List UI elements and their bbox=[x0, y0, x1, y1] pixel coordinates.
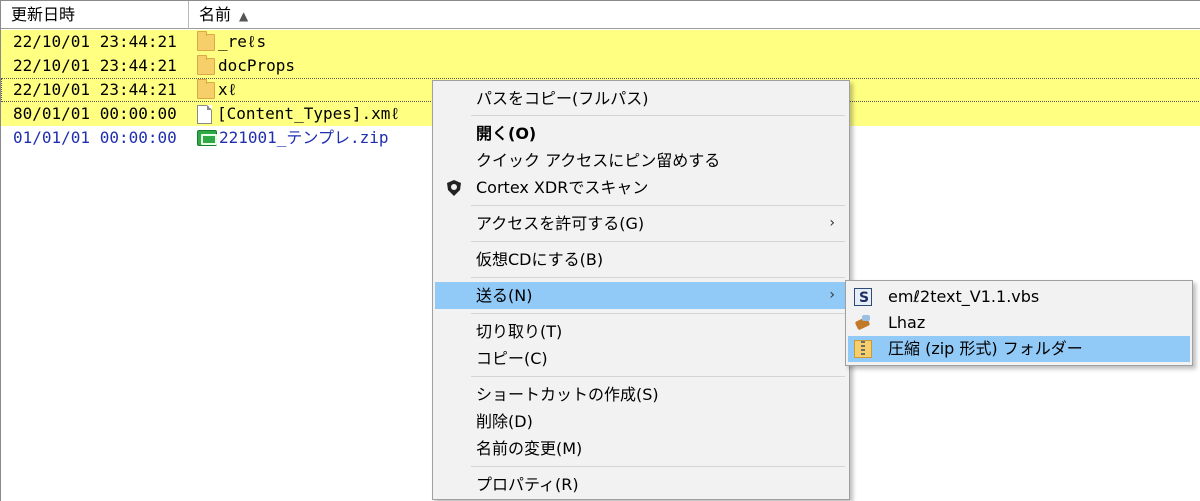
file-date: 22/10/01 23:44:21 bbox=[13, 32, 177, 51]
send-to-lhaz[interactable]: Lhaz bbox=[848, 310, 1190, 336]
file-name-cell: 221001_テンプレ.zip bbox=[197, 126, 388, 150]
file-name-cell: xℓ bbox=[197, 78, 237, 102]
file-date: 22/10/01 23:44:21 bbox=[13, 56, 177, 75]
menu-separator bbox=[471, 241, 845, 242]
menu-item-label: クイック アクセスにピン留めする bbox=[476, 151, 721, 170]
menu-separator bbox=[471, 313, 845, 314]
menu-item-label: 切り取り(T) bbox=[476, 322, 563, 341]
folder-icon bbox=[197, 54, 215, 75]
menu-item-open[interactable]: 開く(O) bbox=[435, 120, 847, 147]
file-name: [Content_Types].xmℓ bbox=[217, 104, 400, 123]
menu-item-delete[interactable]: 削除(D) bbox=[435, 408, 847, 435]
menu-separator bbox=[471, 277, 845, 278]
file-date: 80/01/01 00:00:00 bbox=[13, 104, 177, 123]
menu-item-cortex-scan[interactable]: Cortex XDRでスキャン bbox=[435, 174, 847, 201]
menu-item-send-to[interactable]: 送る(N) › bbox=[435, 282, 847, 309]
file-name: docProps bbox=[218, 56, 296, 75]
context-menu: パスをコピー(フルパス) 開く(O) クイック アクセスにピン留めする Cort… bbox=[432, 80, 850, 500]
file-name: xℓ bbox=[218, 80, 238, 99]
list-header: 更新日時 名前 ▲ bbox=[1, 1, 1200, 29]
folder-icon bbox=[197, 30, 215, 51]
zip-folder-icon bbox=[854, 340, 872, 358]
menu-item-label: アクセスを許可する(G) bbox=[476, 214, 645, 233]
script-icon bbox=[854, 285, 872, 311]
file-name-cell: _reℓs bbox=[197, 30, 266, 54]
menu-separator bbox=[471, 376, 845, 377]
menu-separator bbox=[471, 115, 845, 116]
chevron-right-icon: › bbox=[829, 215, 835, 231]
submenu-item-label: Lhaz bbox=[888, 313, 926, 332]
lhaz-icon bbox=[854, 314, 872, 332]
menu-item-pin-quick-access[interactable]: クイック アクセスにピン留めする bbox=[435, 147, 847, 174]
submenu-item-label: 圧縮 (zip 形式) フォルダー bbox=[888, 339, 1083, 358]
menu-item-create-shortcut[interactable]: ショートカットの作成(S) bbox=[435, 381, 847, 408]
menu-item-label: パスをコピー(フルパス) bbox=[476, 89, 649, 108]
menu-item-cut[interactable]: 切り取り(T) bbox=[435, 318, 847, 345]
file-date: 01/01/01 00:00:00 bbox=[13, 128, 177, 147]
file-icon bbox=[197, 104, 212, 124]
file-date: 22/10/01 23:44:21 bbox=[13, 80, 177, 99]
menu-item-copy[interactable]: コピー(C) bbox=[435, 345, 847, 372]
file-name: 221001_テンプレ.zip bbox=[219, 128, 389, 147]
file-name: _reℓs bbox=[218, 32, 267, 51]
sort-ascending-icon: ▲ bbox=[239, 8, 249, 23]
menu-item-label: コピー(C) bbox=[476, 349, 548, 368]
menu-item-label: 開く(O) bbox=[476, 124, 537, 143]
menu-item-label: ショートカットの作成(S) bbox=[476, 385, 659, 404]
menu-separator bbox=[471, 205, 845, 206]
menu-item-virtual-cd[interactable]: 仮想CDにする(B) bbox=[435, 246, 847, 273]
chevron-right-icon: › bbox=[829, 287, 835, 303]
file-name-cell: [Content_Types].xmℓ bbox=[197, 102, 400, 126]
file-row[interactable]: 22/10/01 23:44:21 _reℓs bbox=[1, 30, 1200, 54]
menu-item-label: プロパティ(R) bbox=[476, 475, 579, 494]
column-header-date-label: 更新日時 bbox=[11, 5, 76, 24]
column-header-date[interactable]: 更新日時 bbox=[1, 1, 189, 29]
menu-item-give-access[interactable]: アクセスを許可する(G) › bbox=[435, 210, 847, 237]
menu-separator bbox=[471, 466, 845, 467]
menu-item-label: 仮想CDにする(B) bbox=[476, 250, 604, 269]
column-header-name[interactable]: 名前 ▲ bbox=[189, 1, 1199, 29]
submenu-item-label: emℓ2text_V1.1.vbs bbox=[888, 287, 1040, 306]
menu-item-label: Cortex XDRでスキャン bbox=[476, 178, 649, 197]
menu-item-label: 名前の変更(M) bbox=[476, 439, 583, 458]
column-header-name-label: 名前 bbox=[199, 5, 232, 24]
file-row[interactable]: 22/10/01 23:44:21 docProps bbox=[1, 54, 1200, 78]
send-to-submenu: emℓ2text_V1.1.vbs Lhaz 圧縮 (zip 形式) フォルダー bbox=[845, 280, 1193, 366]
zip-icon bbox=[197, 130, 217, 146]
menu-item-label: 送る(N) bbox=[476, 286, 533, 305]
menu-item-rename[interactable]: 名前の変更(M) bbox=[435, 435, 847, 462]
send-to-zip-folder[interactable]: 圧縮 (zip 形式) フォルダー bbox=[848, 336, 1190, 362]
menu-item-copy-path[interactable]: パスをコピー(フルパス) bbox=[435, 85, 847, 112]
menu-item-label: 削除(D) bbox=[476, 412, 533, 431]
send-to-eml2text[interactable]: emℓ2text_V1.1.vbs bbox=[848, 284, 1190, 311]
folder-icon bbox=[197, 78, 215, 99]
menu-item-properties[interactable]: プロパティ(R) bbox=[435, 471, 847, 498]
file-name-cell: docProps bbox=[197, 54, 295, 78]
shield-icon bbox=[447, 180, 461, 196]
